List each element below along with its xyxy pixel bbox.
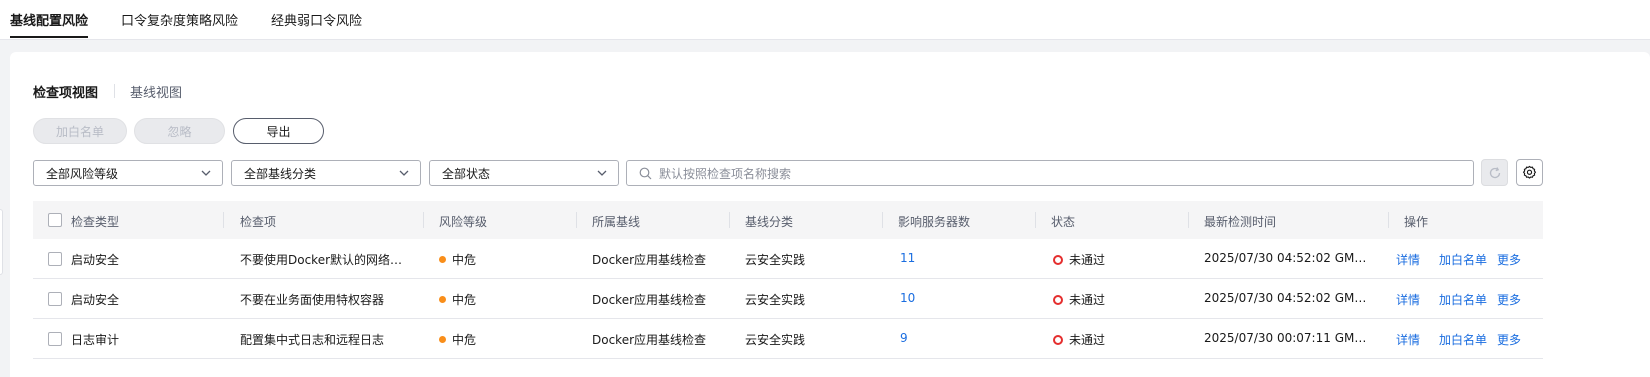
check-item: 配置集中式日志和远程日志	[240, 333, 385, 347]
tab-check-item-view[interactable]: 检查项视图	[33, 82, 98, 101]
affected-servers-link[interactable]: 9	[900, 331, 908, 345]
baseline-category-select[interactable]: 全部基线分类	[231, 160, 421, 186]
add-whitelist-link[interactable]: 加白名单	[1439, 331, 1487, 348]
medium-risk-dot-icon	[439, 256, 446, 263]
ignore-button[interactable]: 忽略	[134, 118, 225, 144]
column-divider	[1035, 212, 1036, 228]
affected-servers-link[interactable]: 11	[900, 251, 915, 265]
baseline-category: 云安全实践	[745, 293, 806, 307]
status: 未通过	[1053, 291, 1105, 308]
risk-level-select[interactable]: 全部风险等级	[33, 160, 223, 186]
risk-level-label: 中危	[452, 253, 477, 267]
column-header: 基线分类	[745, 215, 794, 229]
search-icon	[639, 167, 652, 180]
refresh-icon	[1489, 166, 1500, 178]
failed-status-icon	[1053, 295, 1063, 305]
baseline-category: 云安全实践	[745, 253, 806, 267]
chevron-down-icon	[399, 170, 409, 176]
check-item: 不要在业务面使用特权容器	[240, 293, 385, 307]
risk-type-tabs: 基线配置风险 口令复杂度策略风险 经典弱口令风险	[0, 0, 1650, 40]
table-row: 日志审计 配置集中式日志和远程日志 中危 Docker应用基线检查 云安全实践 …	[33, 319, 1543, 359]
search-input[interactable]: 默认按照检查项名称搜索	[626, 160, 1474, 186]
baseline-name: Docker应用基线检查	[592, 333, 707, 347]
risk-level: 中危	[439, 251, 476, 268]
row-checkbox[interactable]	[48, 292, 62, 306]
status-label: 未通过	[1069, 253, 1106, 267]
column-divider	[223, 212, 224, 228]
column-header: 状态	[1051, 215, 1076, 229]
row-checkbox[interactable]	[48, 332, 62, 346]
chevron-down-icon	[597, 170, 607, 176]
detail-link[interactable]: 详情	[1396, 291, 1420, 308]
baseline-category: 云安全实践	[745, 333, 806, 347]
last-check-time: 2025/07/30 04:52:02 GMT+08:...	[1204, 251, 1372, 265]
column-header: 风险等级	[439, 215, 488, 229]
column-divider	[576, 212, 577, 228]
column-header: 影响服务器数	[898, 215, 971, 229]
status: 未通过	[1053, 331, 1105, 348]
column-header: 操作	[1404, 215, 1429, 229]
more-link[interactable]: 更多	[1497, 291, 1521, 308]
export-button[interactable]: 导出	[233, 118, 324, 144]
tab-weak-password-risk[interactable]: 经典弱口令风险	[271, 10, 362, 29]
risk-level-label: 中危	[452, 293, 477, 307]
table-row: 启动安全 不要使用Docker默认的网络桥... 中危 Docker应用基线检查…	[33, 239, 1543, 279]
column-divider	[1188, 212, 1189, 228]
check-type: 日志审计	[71, 333, 120, 347]
risk-level: 中危	[439, 291, 476, 308]
status-select[interactable]: 全部状态	[429, 160, 619, 186]
affected-servers-link[interactable]: 10	[900, 291, 915, 305]
add-whitelist-link[interactable]: 加白名单	[1439, 291, 1487, 308]
view-tab-divider	[114, 84, 115, 98]
column-header: 检查类型	[71, 215, 120, 229]
baseline-category-value: 全部基线分类	[244, 166, 317, 181]
risk-level-value: 全部风险等级	[46, 166, 119, 181]
tab-baseline-view[interactable]: 基线视图	[130, 82, 182, 101]
risk-level-label: 中危	[452, 333, 477, 347]
collapse-handle[interactable]	[0, 209, 3, 275]
status: 未通过	[1053, 251, 1105, 268]
detail-link[interactable]: 详情	[1396, 331, 1420, 348]
medium-risk-dot-icon	[439, 296, 446, 303]
baseline-name: Docker应用基线检查	[592, 253, 707, 267]
check-item: 不要使用Docker默认的网络桥...	[240, 253, 410, 267]
table-row: 启动安全 不要在业务面使用特权容器 中危 Docker应用基线检查 云安全实践 …	[33, 279, 1543, 319]
refresh-button[interactable]	[1481, 159, 1508, 186]
status-label: 未通过	[1069, 293, 1106, 307]
check-type: 启动安全	[71, 253, 120, 267]
tab-baseline-config-risk[interactable]: 基线配置风险	[10, 10, 89, 38]
status-label: 未通过	[1069, 333, 1106, 347]
last-check-time: 2025/07/30 04:52:02 GMT+08:...	[1204, 291, 1372, 305]
check-type: 启动安全	[71, 293, 120, 307]
tab-password-complexity-risk[interactable]: 口令复杂度策略风险	[121, 10, 238, 29]
column-divider	[1388, 212, 1389, 228]
settings-button[interactable]	[1516, 159, 1543, 186]
failed-status-icon	[1053, 255, 1063, 265]
risk-level: 中危	[439, 331, 476, 348]
table-header: 检查类型 检查项 风险等级 所属基线 基线分类 影响服务器数 状态 最新检测时间…	[33, 201, 1543, 239]
select-all-checkbox[interactable]	[48, 213, 62, 227]
medium-risk-dot-icon	[439, 336, 446, 343]
column-divider	[729, 212, 730, 228]
column-header: 最新检测时间	[1204, 215, 1277, 229]
column-divider	[882, 212, 883, 228]
add-whitelist-link[interactable]: 加白名单	[1439, 251, 1487, 268]
more-link[interactable]: 更多	[1497, 331, 1521, 348]
add-whitelist-button[interactable]: 加白名单	[33, 118, 127, 144]
row-checkbox[interactable]	[48, 252, 62, 266]
search-placeholder: 默认按照检查项名称搜索	[659, 166, 792, 181]
failed-status-icon	[1053, 335, 1063, 345]
baseline-name: Docker应用基线检查	[592, 293, 707, 307]
column-header: 检查项	[240, 215, 277, 229]
column-header: 所属基线	[592, 215, 641, 229]
status-value: 全部状态	[442, 166, 491, 181]
gear-icon	[1522, 165, 1537, 179]
more-link[interactable]: 更多	[1497, 251, 1521, 268]
column-divider	[423, 212, 424, 228]
chevron-down-icon	[201, 170, 211, 176]
last-check-time: 2025/07/30 00:07:11 GMT+08:...	[1204, 331, 1372, 345]
detail-link[interactable]: 详情	[1396, 251, 1420, 268]
